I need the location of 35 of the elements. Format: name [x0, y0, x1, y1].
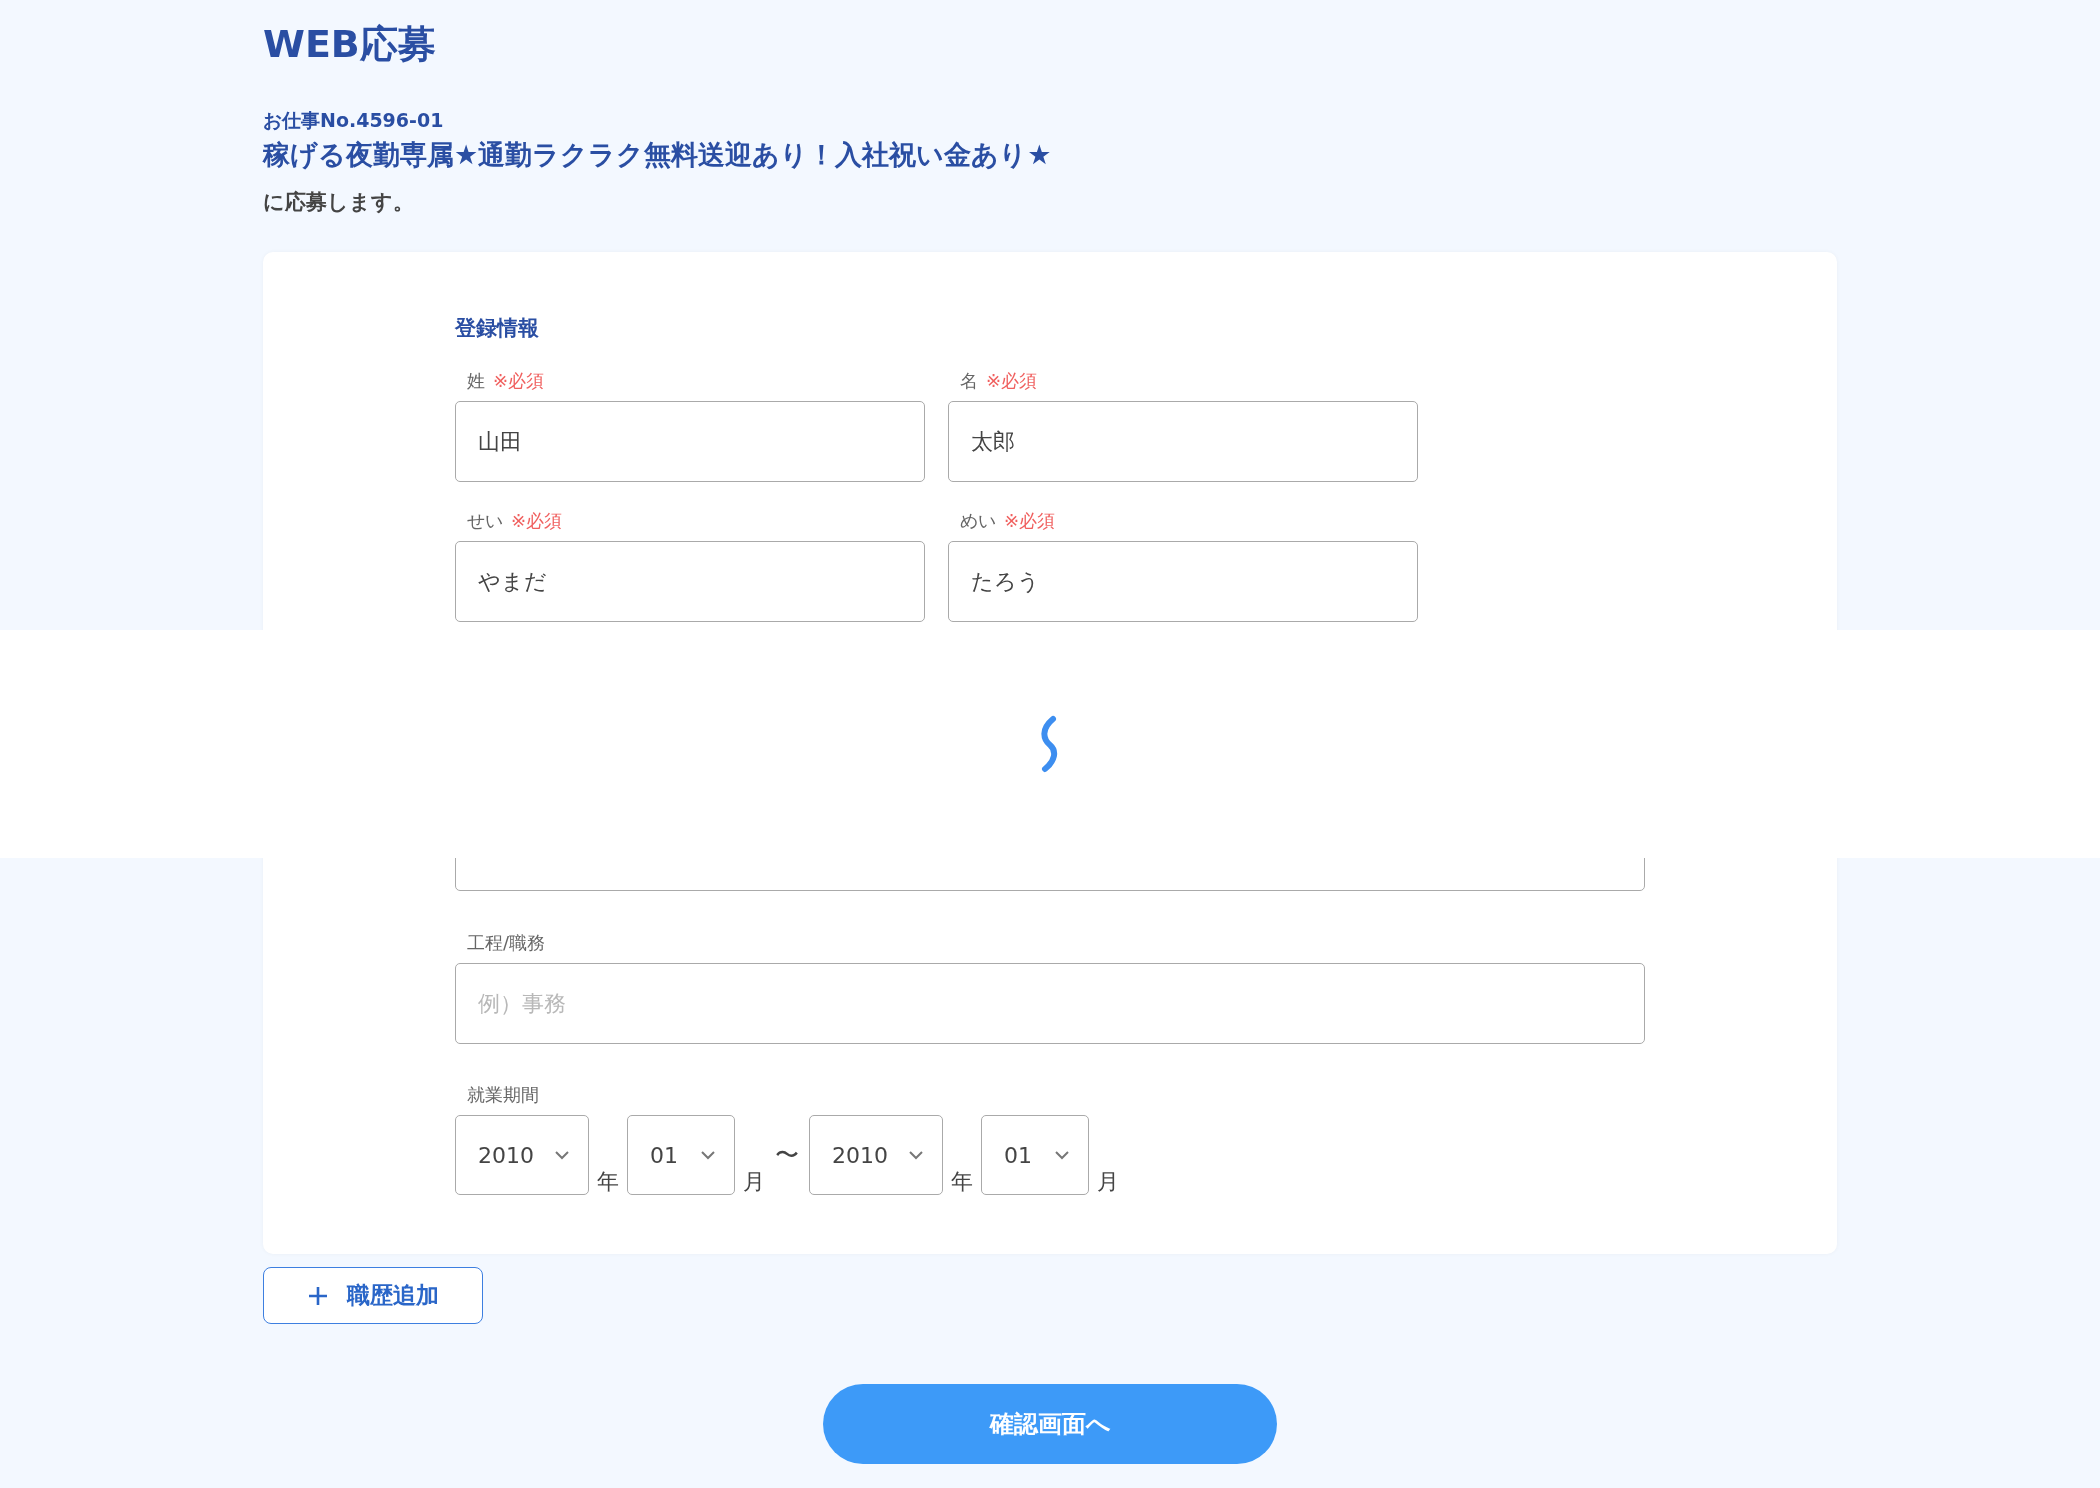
required-mark: ※必須	[511, 510, 563, 532]
unit-label: 年	[951, 1169, 973, 1195]
input-field[interactable]: 山田	[455, 401, 925, 482]
field-label: 就業期間	[467, 1084, 539, 1106]
year-select[interactable]: 2010	[809, 1115, 943, 1195]
chevron-icon	[554, 1150, 570, 1160]
field-label: 姓	[467, 370, 485, 392]
month-select[interactable]: 01	[981, 1115, 1089, 1195]
input-field[interactable]: やまだ	[455, 541, 925, 622]
unit-label: 月	[1097, 1169, 1119, 1195]
required-mark: ※必須	[1004, 510, 1056, 532]
field-label: めい	[960, 510, 996, 532]
year-select[interactable]: 2010	[455, 1115, 589, 1195]
page-title: WEB応募	[263, 21, 437, 68]
chevron-icon	[908, 1150, 924, 1160]
input-field[interactable]: 太郎	[948, 401, 1418, 482]
chevron-icon	[700, 1150, 716, 1160]
input-field[interactable]: たろう	[948, 541, 1418, 622]
chevron-icon	[1054, 1150, 1070, 1160]
add-career-button[interactable]: 職歴追加	[263, 1267, 483, 1324]
plus-icon	[307, 1284, 329, 1307]
field-label: せい	[467, 510, 503, 532]
field-label: 名	[960, 370, 978, 392]
unit-label: 年	[597, 1169, 619, 1195]
apply-text: に応募します。	[263, 189, 415, 216]
unit-label: 月	[743, 1169, 765, 1195]
input-field[interactable]: 例）事務	[455, 963, 1645, 1044]
required-mark: ※必須	[986, 370, 1038, 392]
required-mark: ※必須	[493, 370, 545, 392]
job-number: お仕事No.4596-01	[263, 108, 445, 133]
month-select[interactable]: 01	[627, 1115, 735, 1195]
range-separator: 〜	[774, 1140, 800, 1171]
field-label: 工程/職務	[467, 932, 546, 954]
section-title: 登録情報	[455, 315, 539, 342]
job-title: 稼げる夜勤専属★通勤ラクラク無料送迎あり！入社祝い金あり★	[263, 138, 1053, 172]
